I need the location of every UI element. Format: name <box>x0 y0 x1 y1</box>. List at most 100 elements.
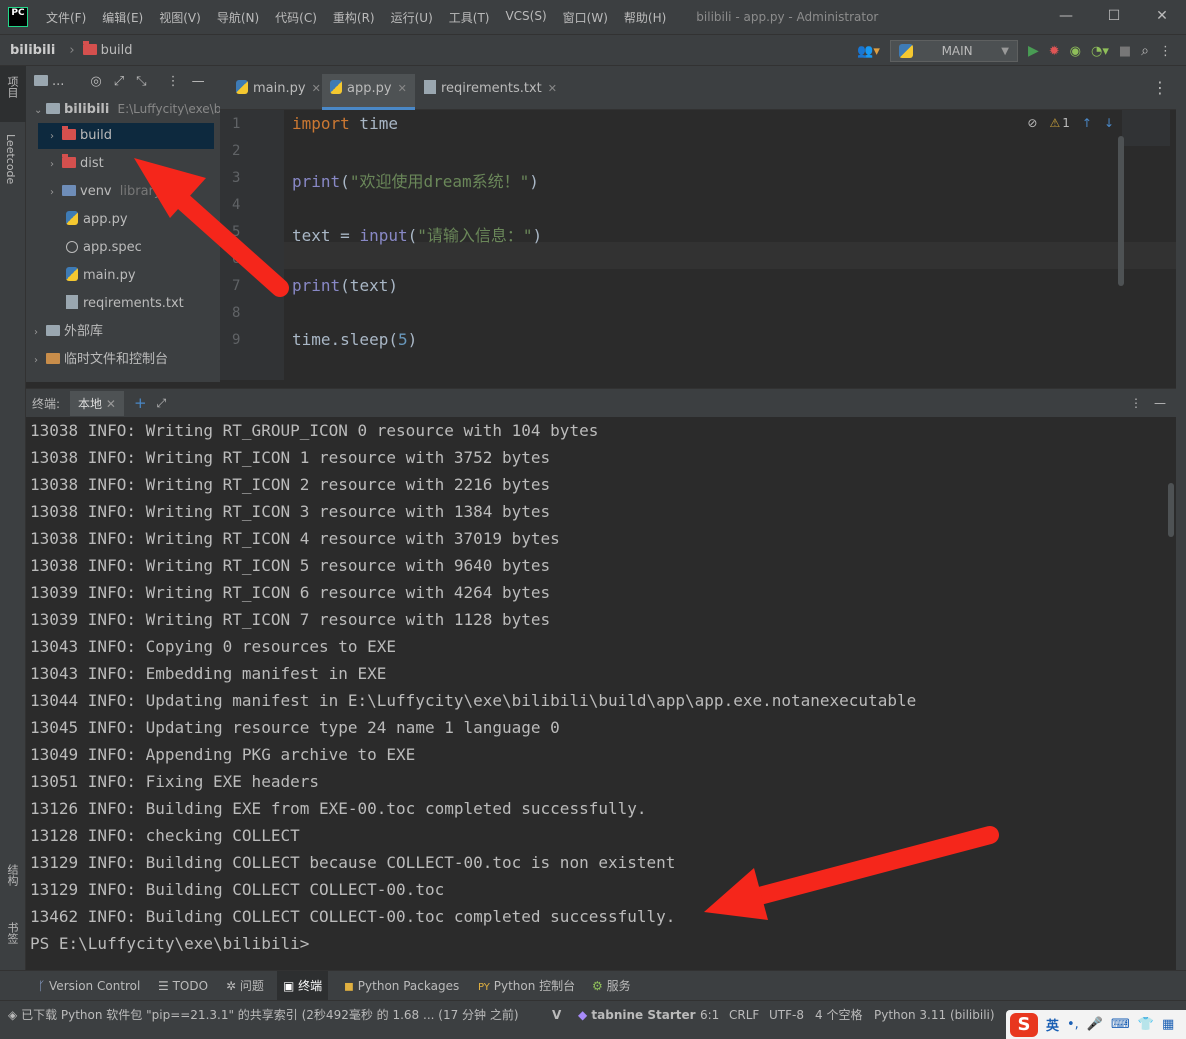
maximize-button[interactable]: ☐ <box>1090 0 1138 34</box>
more-icon[interactable]: ⋮ <box>1159 44 1172 59</box>
code-line-9[interactable]: time.sleep(5) <box>292 330 417 349</box>
inspection-widget[interactable]: ⊘ ⚠ 1 ↑ ↓ <box>1027 116 1114 130</box>
chevron-right-icon: › <box>50 131 54 142</box>
terminal-line: 13038 INFO: Writing RT_ICON 1 resource w… <box>30 448 551 467</box>
target-icon[interactable]: ◎ <box>90 74 101 89</box>
tree-item-requirements[interactable]: reqirements.txt <box>26 291 184 317</box>
python-interpreter[interactable]: Python 3.11 (bilibili) <box>874 1001 995 1029</box>
bookmarks-tool-tab[interactable]: 书签 <box>4 922 20 944</box>
code-line-1[interactable]: import time <box>292 114 398 133</box>
tool-tab-problems[interactable]: ✲ 问题 <box>226 971 264 1001</box>
run-config-selector[interactable]: MAIN ▼ <box>889 40 1018 62</box>
vim-icon[interactable]: V <box>552 1001 561 1029</box>
close-icon[interactable]: ✕ <box>312 82 321 95</box>
keyboard-icon[interactable]: ⌨ <box>1111 1017 1130 1032</box>
tree-item-main-py[interactable]: main.py <box>26 263 136 289</box>
menu-code[interactable]: 代码(C) <box>267 9 325 26</box>
ime-toolbar[interactable]: S 英 •, 🎤 ⌨ 👕 ▦ <box>1006 1010 1186 1039</box>
tool-tab-version-control[interactable]: ᚴ Version Control <box>38 971 140 1001</box>
menu-window[interactable]: 窗口(W) <box>555 9 616 26</box>
file-encoding[interactable]: UTF-8 <box>769 1001 804 1029</box>
add-terminal-icon[interactable]: + <box>134 394 147 412</box>
menu-help[interactable]: 帮助(H) <box>616 9 674 26</box>
tabs-options-icon[interactable]: ⋮ <box>1152 78 1168 97</box>
expand-icon[interactable]: ⤢ <box>157 396 167 411</box>
users-icon[interactable]: 👥▾ <box>857 44 880 59</box>
terminal-tab-local[interactable]: 本地 ✕ <box>70 390 124 416</box>
tree-item-dist[interactable]: › dist <box>26 151 104 177</box>
tree-item-app-py[interactable]: app.py <box>26 207 128 233</box>
menu-edit[interactable]: 编辑(E) <box>94 9 151 26</box>
breadcrumb-folder[interactable]: build <box>82 40 133 58</box>
caret-position[interactable]: 6:1 <box>700 1001 719 1029</box>
collapse-icon[interactable]: ⤡ <box>136 74 146 89</box>
microphone-icon[interactable]: 🎤 <box>1087 1017 1103 1032</box>
tree-item-external-libs[interactable]: › 外部库 <box>26 319 103 345</box>
punctuation-icon[interactable]: •, <box>1067 1017 1079 1032</box>
terminal-panel: 终端: 本地 ✕ + ⤢ ⋮ — 13038 INFO: Writing RT_… <box>26 388 1176 970</box>
hide-icon[interactable]: — <box>192 74 205 89</box>
stop-icon[interactable]: ■ <box>1119 44 1131 59</box>
tab-app-py[interactable]: app.py ✕ <box>322 74 415 110</box>
arrow-up-icon[interactable]: ↑ <box>1082 116 1092 130</box>
line-number: 8 <box>232 305 241 321</box>
tree-item-scratches[interactable]: › 临时文件和控制台 <box>26 347 168 373</box>
terminal-line: 13038 INFO: Writing RT_ICON 4 resource w… <box>30 529 560 548</box>
menu-file[interactable]: 文件(F) <box>38 9 94 26</box>
line-separator[interactable]: CRLF <box>729 1001 759 1029</box>
tree-item-build[interactable]: › build <box>38 123 214 149</box>
tool-tab-terminal[interactable]: ▣ 终端 <box>277 971 329 1001</box>
breadcrumb-project[interactable]: bilibili <box>10 43 55 58</box>
project-tool-tab[interactable]: 项目 <box>0 66 26 122</box>
tool-tab-python-packages[interactable]: ◼ Python Packages <box>344 971 459 1001</box>
editor-scrollbar[interactable] <box>1118 136 1124 286</box>
expand-icon[interactable]: ⤢ <box>114 74 124 89</box>
menu-tools[interactable]: 工具(T) <box>441 9 498 26</box>
arrow-down-icon[interactable]: ↓ <box>1104 116 1114 130</box>
tree-root[interactable]: ⌄ bilibili E:\Luffycity\exe\bilili <box>26 96 238 122</box>
line-number: 3 <box>232 170 241 186</box>
close-icon[interactable]: ✕ <box>106 397 116 411</box>
run-icon[interactable]: ▶ <box>1028 43 1039 59</box>
tree-item-venv[interactable]: › venv library <box>26 179 162 205</box>
tool-tab-python-console[interactable]: PY Python 控制台 <box>478 971 575 1001</box>
terminal-scrollbar[interactable] <box>1168 483 1174 537</box>
code-line-3[interactable]: print("欢迎使用dream系统！") <box>292 168 539 192</box>
tab-main-py[interactable]: main.py ✕ <box>228 74 329 110</box>
ime-language[interactable]: 英 <box>1046 1015 1059 1034</box>
search-icon[interactable]: ⌕ <box>1141 43 1149 59</box>
tabnine-status[interactable]: ◆ tabnine Starter <box>578 1001 696 1029</box>
options-icon[interactable]: ⋮ <box>167 74 180 89</box>
close-icon[interactable]: ✕ <box>548 82 557 95</box>
current-line-highlight <box>284 242 1176 269</box>
debug-icon[interactable]: ✹ <box>1049 44 1060 59</box>
options-icon[interactable]: ⋮ <box>1130 396 1142 410</box>
menu-view[interactable]: 视图(V) <box>151 9 209 26</box>
close-icon[interactable]: ✕ <box>398 82 407 95</box>
close-button[interactable]: ✕ <box>1138 0 1186 34</box>
tool-tab-todo[interactable]: ☰ TODO <box>158 971 208 1001</box>
chevron-down-icon: ⌄ <box>34 105 43 116</box>
menu-vcs[interactable]: VCS(S) <box>497 9 554 26</box>
hide-icon[interactable]: — <box>1154 396 1166 410</box>
menu-navigate[interactable]: 导航(N) <box>209 9 267 26</box>
coverage-icon[interactable]: ◉ <box>1070 44 1081 59</box>
minimize-button[interactable]: — <box>1042 0 1090 34</box>
status-message[interactable]: ◈ 已下载 Python 软件包 "pip==21.3.1" 的共享索引 (2秒… <box>8 1001 519 1029</box>
tree-item-app-spec[interactable]: app.spec <box>26 235 142 261</box>
menu-run[interactable]: 运行(U) <box>383 9 441 26</box>
menu-refactor[interactable]: 重构(R) <box>325 9 383 26</box>
leetcode-tool-tab[interactable]: Leetcode <box>4 134 17 184</box>
project-view-selector[interactable]: ... <box>34 74 64 89</box>
skin-icon[interactable]: 👕 <box>1138 1017 1154 1032</box>
line-number: 7 <box>232 278 241 294</box>
indent-setting[interactable]: 4 个空格 <box>815 1001 862 1029</box>
chevron-down-icon: ▼ <box>1001 45 1009 57</box>
structure-tool-tab[interactable]: 结构 <box>4 864 20 886</box>
code-line-5[interactable]: text = input("请输入信息：") <box>292 222 542 246</box>
tool-tab-services[interactable]: ⚙ 服务 <box>592 971 631 1001</box>
profile-icon[interactable]: ◔▾ <box>1091 44 1109 59</box>
code-line-7[interactable]: print(text) <box>292 276 398 295</box>
toolbox-icon[interactable]: ▦ <box>1162 1017 1174 1032</box>
tab-requirements[interactable]: reqirements.txt ✕ <box>416 74 565 110</box>
